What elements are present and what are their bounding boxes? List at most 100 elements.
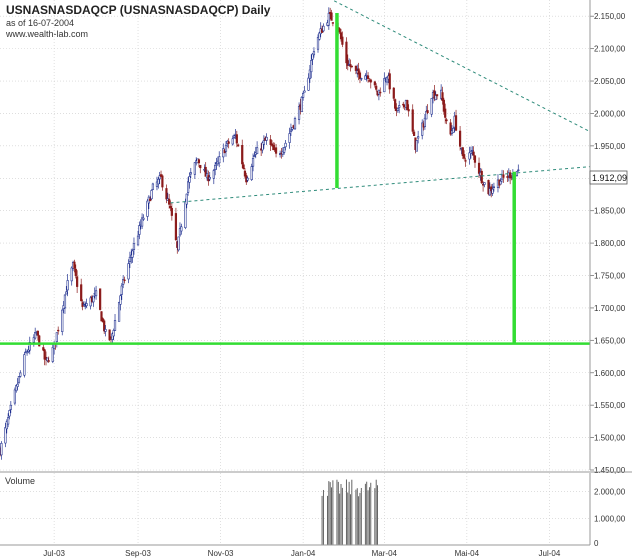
candle-body [4,427,7,444]
candle-body [168,198,171,205]
candle-body [251,158,255,167]
candle-body [132,243,136,250]
candle-body [411,109,414,132]
candle-body [128,256,132,262]
candle-body [341,36,344,45]
candle-body [9,404,12,410]
candle-body [327,12,330,26]
candle-body [366,75,370,79]
candle-body [246,177,249,181]
candle-body [227,141,230,144]
candle-body [350,65,353,68]
candle-body [92,295,95,303]
candle-body [113,320,117,331]
candle-body [120,285,123,295]
candle-body [224,144,228,152]
candle-body [480,170,483,184]
candle-body [473,155,477,163]
candle-body [197,159,201,164]
candle-body [7,417,10,425]
candle-body [515,171,519,176]
candle-body [373,81,376,86]
candle-body [104,329,107,332]
candle-body [423,117,427,127]
candle-body [61,309,64,332]
candle-body [149,198,152,202]
candle-body [65,291,68,295]
candle-body [212,170,215,179]
candle-body [85,303,88,307]
candle-body [117,301,121,322]
candle-body [16,383,19,387]
candle-body [51,347,54,362]
candle-body [502,174,505,178]
candle-body [303,90,306,93]
candle-body [170,208,173,216]
candle-body [464,160,467,162]
candle-body [358,72,362,79]
candle-body [185,193,188,205]
candle-body [471,149,474,152]
candle-body [174,213,178,241]
candle-body [180,226,183,232]
candle-body [412,131,416,136]
candle-body [452,127,455,133]
candle-body [469,150,473,154]
volume-y-tick-label: 1.000,00 [594,514,626,523]
candle-body [392,87,395,99]
as-of-date: as of 16-07-2004 [6,18,74,28]
candle-body [354,65,357,71]
candle-body [458,130,462,147]
candle-body [435,94,439,97]
candle-body [345,41,348,64]
price-y-tick-label: 1.550,00 [594,401,626,410]
volume-y-tick-label: 2.000,00 [594,488,626,497]
price-y-tick-label: 1.950,00 [594,142,626,151]
candle-body [17,376,21,383]
price-y-tick-label: 1.750,00 [594,272,626,281]
candle-body [136,235,140,246]
candle-body [499,180,502,185]
price-y-axis: 2.150,00 2.100,00 2.050,00 2.000,00 1.950,00… [590,12,626,475]
candle-body [256,147,259,155]
candle-body [13,389,16,404]
candle-body [146,200,149,217]
candle-body [161,175,164,188]
candle-body [322,25,325,32]
candle-body [188,176,191,183]
candle-body [312,51,316,56]
candle-body [231,138,234,145]
time-x-tick-label: Jan-04 [291,549,316,558]
time-x-tick-label: Nov-03 [208,549,234,558]
candle-body [307,77,310,91]
price-y-tick-label: 1.800,00 [594,239,626,248]
candle-body [138,225,141,235]
candle-body [23,354,26,376]
candle-body [193,162,196,175]
candle-body [199,164,202,169]
last-price-label: 1.912,09 [592,173,627,183]
price-y-tick-label: 2.150,00 [594,12,626,21]
candle-body [142,217,145,220]
candle-body [80,284,83,302]
candle-body [253,155,256,157]
price-y-tick-label: 1.650,00 [594,336,626,345]
price-y-tick-label: 1.450,00 [594,466,626,475]
candle-body [388,73,391,90]
candle-body [293,118,297,130]
candle-body [241,145,244,165]
candle-body [82,303,85,306]
candle-body [19,372,22,377]
price-y-tick-label: 1.600,00 [594,369,626,378]
candle-body [127,263,130,280]
candle-body [151,183,155,190]
candle-body [396,108,399,111]
price-chart: 2.150,00 2.100,00 2.050,00 2.000,00 1.950,00… [0,0,632,559]
candle-body [63,294,67,309]
price-y-tick-label: 2.050,00 [594,77,626,86]
time-x-tick-label: Sep-03 [125,549,151,558]
chart-title: USNASNASDAQCP (USNASNASDAQCP) Daily [6,3,271,17]
candle-body [330,12,333,21]
candle-body [189,172,192,175]
candle-body [300,96,303,113]
